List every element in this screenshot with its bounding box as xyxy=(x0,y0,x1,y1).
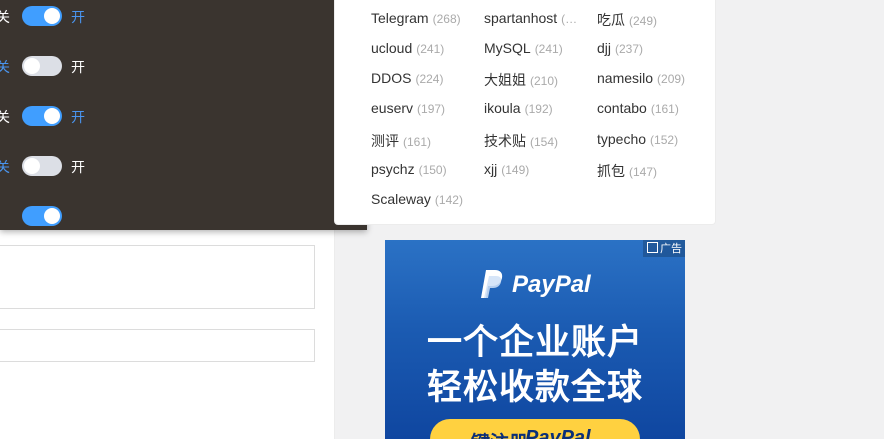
ad-headline-1: 一个企业账户 xyxy=(426,323,643,363)
toggle-switch[interactable] xyxy=(22,106,62,126)
tag-link[interactable]: psychz (150) xyxy=(371,161,447,177)
off-label: 关 xyxy=(0,110,10,126)
comment-textarea[interactable] xyxy=(0,245,315,309)
tag-link[interactable]: ikoula (192) xyxy=(484,100,553,116)
tag-link[interactable]: 测评 (161) xyxy=(371,131,431,151)
on-label: 开 xyxy=(71,110,85,126)
tag-link[interactable]: DDOS (224) xyxy=(371,70,443,86)
tag-link[interactable]: MySQL (241) xyxy=(484,40,563,56)
tag-link[interactable]: djj (237) xyxy=(597,40,643,56)
toggle-switch[interactable] xyxy=(22,6,62,26)
paypal-icon xyxy=(481,270,503,298)
off-label: 关 xyxy=(0,160,10,176)
signup-button-brand: PayPal xyxy=(525,427,591,439)
tag-link[interactable]: Telegram (268) xyxy=(371,10,461,26)
signup-button-label: 一键注册 xyxy=(452,428,528,439)
off-label: 关 xyxy=(0,60,10,76)
toggle-knob xyxy=(24,58,40,74)
ad-headline-2: 轻松收款全球 xyxy=(426,368,643,408)
toggle-knob xyxy=(24,158,40,174)
off-label: 关 xyxy=(0,10,10,26)
on-label: 开 xyxy=(71,160,85,176)
tag-link[interactable]: 吃瓜 (249) xyxy=(597,10,657,30)
ad-badge[interactable]: 广告 xyxy=(643,240,685,257)
tag-link[interactable]: 大姐姐 (210) xyxy=(484,70,558,90)
paypal-wordmark: PayPal xyxy=(512,271,591,298)
tag-link[interactable]: namesilo (209) xyxy=(597,70,685,86)
ad-info-icon xyxy=(647,242,658,253)
paypal-ad-banner[interactable]: 广告 PayPal 一个企业账户 轻松收款全球 一键注册 PayPal xyxy=(385,240,685,439)
toggle-switch[interactable] xyxy=(22,56,62,76)
tag-link[interactable]: typecho (152) xyxy=(597,131,678,147)
tag-link[interactable]: 技术贴 (154) xyxy=(484,131,558,151)
tag-link[interactable]: xjj (149) xyxy=(484,161,529,177)
signup-button[interactable]: 一键注册 PayPal xyxy=(430,419,640,439)
on-label: 开 xyxy=(71,60,85,76)
toggle-knob xyxy=(44,208,60,224)
on-label: 开 xyxy=(71,10,85,26)
text-input[interactable] xyxy=(0,329,315,362)
tag-cloud: Telegram (268) spartanhost (… 吃瓜 (249) uclo… xyxy=(334,0,716,225)
settings-panel: 关 开 关 开 关 开 关 开 xyxy=(0,0,367,230)
tag-link[interactable]: spartanhost (… xyxy=(484,10,589,26)
tag-link[interactable]: ucloud (241) xyxy=(371,40,444,56)
ad-badge-label: 广告 xyxy=(660,242,682,255)
toggle-switch[interactable] xyxy=(22,206,62,226)
toggle-knob xyxy=(44,8,60,24)
tag-link[interactable]: euserv (197) xyxy=(371,100,445,116)
toggle-knob xyxy=(44,108,60,124)
tag-link[interactable]: Scaleway (142) xyxy=(371,191,463,207)
tag-link[interactable]: 抓包 (147) xyxy=(597,161,657,181)
toggle-switch[interactable] xyxy=(22,156,62,176)
tag-link[interactable]: contabo (161) xyxy=(597,100,679,116)
